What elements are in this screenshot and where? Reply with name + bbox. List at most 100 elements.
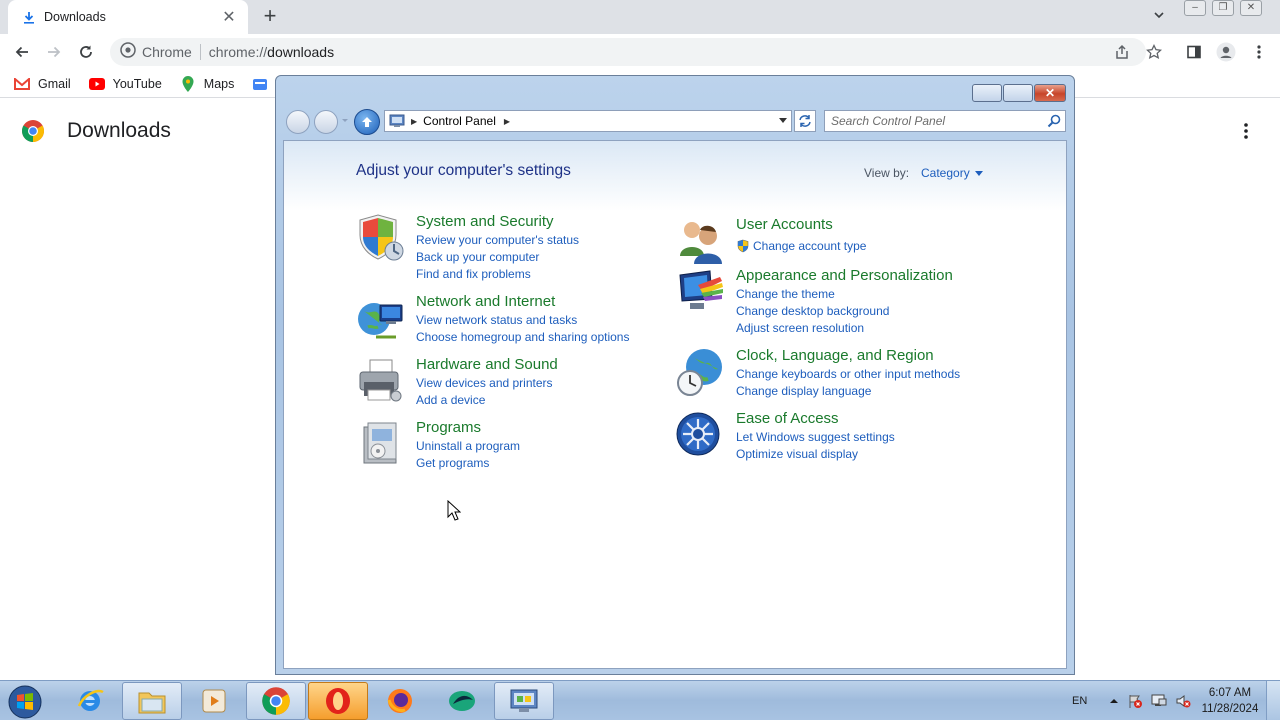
address-bar[interactable]: Chrome chrome://downloads — [110, 38, 1146, 66]
breadcrumb-arrow-icon[interactable]: ▶ — [504, 117, 510, 126]
uac-shield-icon — [737, 239, 749, 253]
volume-muted-icon[interactable] — [1175, 693, 1191, 709]
category-title[interactable]: System and Security — [416, 213, 554, 230]
new-tab-button[interactable]: + — [258, 5, 282, 29]
clock-time: 6:07 AM — [1208, 687, 1252, 699]
control-panel-window: ✕ ▶ Control Panel ▶ Adjust your computer… — [275, 75, 1075, 675]
link-change-account-type[interactable]: Change account type — [736, 239, 866, 253]
cp-forward-button[interactable] — [314, 110, 338, 134]
recent-pages-dropdown-icon[interactable] — [342, 118, 348, 124]
network-globe-icon — [358, 303, 403, 339]
taskbar: EN 6:07 AM 11/28/2024 — [0, 680, 1280, 720]
profile-avatar-icon[interactable] — [1216, 42, 1236, 62]
link-network-status[interactable]: View network status and tasks — [416, 313, 577, 327]
link-uninstall[interactable]: Uninstall a program — [416, 439, 520, 453]
tab-close-icon[interactable]: ✕ — [220, 7, 238, 27]
side-panel-icon[interactable] — [1184, 42, 1204, 62]
page-title: Downloads — [67, 119, 171, 142]
bookmark-gmail[interactable]: Gmail — [14, 77, 71, 91]
show-hidden-icons-icon[interactable] — [1109, 697, 1119, 705]
category-title[interactable]: Ease of Access — [736, 410, 839, 427]
taskbar-clock[interactable]: 6:07 AM 11/28/2024 — [1198, 685, 1262, 717]
taskbar-opera[interactable] — [308, 682, 368, 720]
taskbar-internet-explorer[interactable] — [60, 682, 120, 720]
url-text: chrome://downloads — [208, 44, 335, 60]
link-keyboards-input[interactable]: Change keyboards or other input methods — [736, 367, 960, 381]
link-add-device[interactable]: Add a device — [416, 393, 485, 407]
breadcrumb-control-panel[interactable]: Control Panel — [423, 114, 496, 128]
category-title[interactable]: User Accounts — [736, 216, 833, 233]
restore-button[interactable]: ❐ — [1212, 0, 1234, 16]
reload-button[interactable] — [76, 42, 96, 62]
taskbar-media-player[interactable] — [184, 682, 244, 720]
link-find-fix[interactable]: Find and fix problems — [416, 267, 531, 281]
category-clock-language-region: Clock, Language, and Region Change keybo… — [676, 347, 1016, 402]
monitor-colors-icon — [679, 270, 723, 309]
minimize-button[interactable]: – — [1184, 0, 1206, 16]
cp-maximize-button[interactable] — [1003, 84, 1033, 102]
address-dropdown-icon[interactable] — [779, 118, 787, 124]
action-center-flag-icon[interactable] — [1127, 693, 1143, 709]
tab-search-chevron-icon[interactable] — [1152, 8, 1166, 27]
firefox-icon — [387, 689, 412, 713]
cp-heading: Adjust your computer's settings — [356, 162, 571, 179]
link-change-theme[interactable]: Change the theme — [736, 287, 835, 301]
view-by-dropdown[interactable]: Category — [921, 166, 983, 180]
bookmark-maps[interactable]: Maps — [180, 75, 234, 92]
more-options-icon[interactable] — [1238, 121, 1254, 141]
link-display-language[interactable]: Change display language — [736, 384, 871, 398]
download-icon — [22, 10, 36, 24]
cp-up-button[interactable] — [354, 109, 380, 135]
language-indicator[interactable]: EN — [1072, 695, 1087, 707]
cp-content: Adjust your computer's settings View by:… — [283, 140, 1067, 669]
chevron-down-icon — [974, 170, 983, 176]
category-title[interactable]: Clock, Language, and Region — [736, 347, 934, 364]
link-desktop-background[interactable]: Change desktop background — [736, 304, 889, 318]
link-back-up[interactable]: Back up your computer — [416, 250, 539, 264]
bookmark-label: Gmail — [38, 76, 71, 91]
windows-start-icon — [8, 685, 42, 719]
forward-button[interactable] — [44, 42, 64, 62]
chrome-site-icon — [120, 41, 136, 63]
cp-minimize-button[interactable] — [972, 84, 1002, 102]
cp-address-bar[interactable]: ▶ Control Panel ▶ — [384, 110, 792, 132]
printer-icon — [359, 359, 402, 402]
cp-search-input[interactable] — [825, 111, 1035, 131]
link-review-status[interactable]: Review your computer's status — [416, 233, 579, 247]
link-suggest-settings[interactable]: Let Windows suggest settings — [736, 430, 895, 444]
category-title[interactable]: Programs — [416, 419, 481, 436]
taskbar-control-panel[interactable] — [494, 682, 554, 720]
opera-icon — [326, 688, 350, 714]
close-window-button[interactable]: ✕ — [1240, 0, 1262, 16]
search-icon[interactable] — [1047, 114, 1061, 128]
link-devices-printers[interactable]: View devices and printers — [416, 376, 553, 390]
taskbar-file-explorer[interactable] — [122, 682, 182, 720]
back-button[interactable] — [12, 42, 32, 62]
category-appearance-and-personalization: Appearance and Personalization Change th… — [676, 267, 1016, 337]
link-homegroup[interactable]: Choose homegroup and sharing options — [416, 330, 629, 344]
taskbar-app-bird[interactable] — [432, 682, 492, 720]
cp-search-box[interactable] — [824, 110, 1066, 132]
cp-refresh-button[interactable] — [794, 110, 816, 132]
news-icon — [252, 77, 268, 91]
maps-icon — [180, 75, 196, 92]
bookmark-star-icon[interactable] — [1144, 42, 1164, 62]
start-button[interactable] — [4, 683, 46, 720]
cp-close-button[interactable]: ✕ — [1034, 84, 1066, 102]
show-desktop-button[interactable] — [1266, 681, 1280, 720]
network-monitor-icon[interactable] — [1151, 693, 1167, 709]
tab-downloads[interactable]: Downloads ✕ — [8, 0, 248, 34]
link-optimize-visual[interactable]: Optimize visual display — [736, 447, 858, 461]
taskbar-chrome[interactable] — [246, 682, 306, 720]
bookmark-youtube[interactable]: YouTube — [88, 77, 162, 91]
category-title[interactable]: Network and Internet — [416, 293, 555, 310]
link-get-programs[interactable]: Get programs — [416, 456, 489, 470]
app-bird-icon — [449, 691, 475, 711]
category-title[interactable]: Appearance and Personalization — [736, 267, 953, 284]
share-icon[interactable] — [1112, 42, 1132, 62]
chrome-menu-icon[interactable] — [1249, 42, 1269, 62]
taskbar-firefox[interactable] — [370, 682, 430, 720]
cp-back-button[interactable] — [286, 110, 310, 134]
category-title[interactable]: Hardware and Sound — [416, 356, 558, 373]
link-screen-resolution[interactable]: Adjust screen resolution — [736, 321, 864, 335]
